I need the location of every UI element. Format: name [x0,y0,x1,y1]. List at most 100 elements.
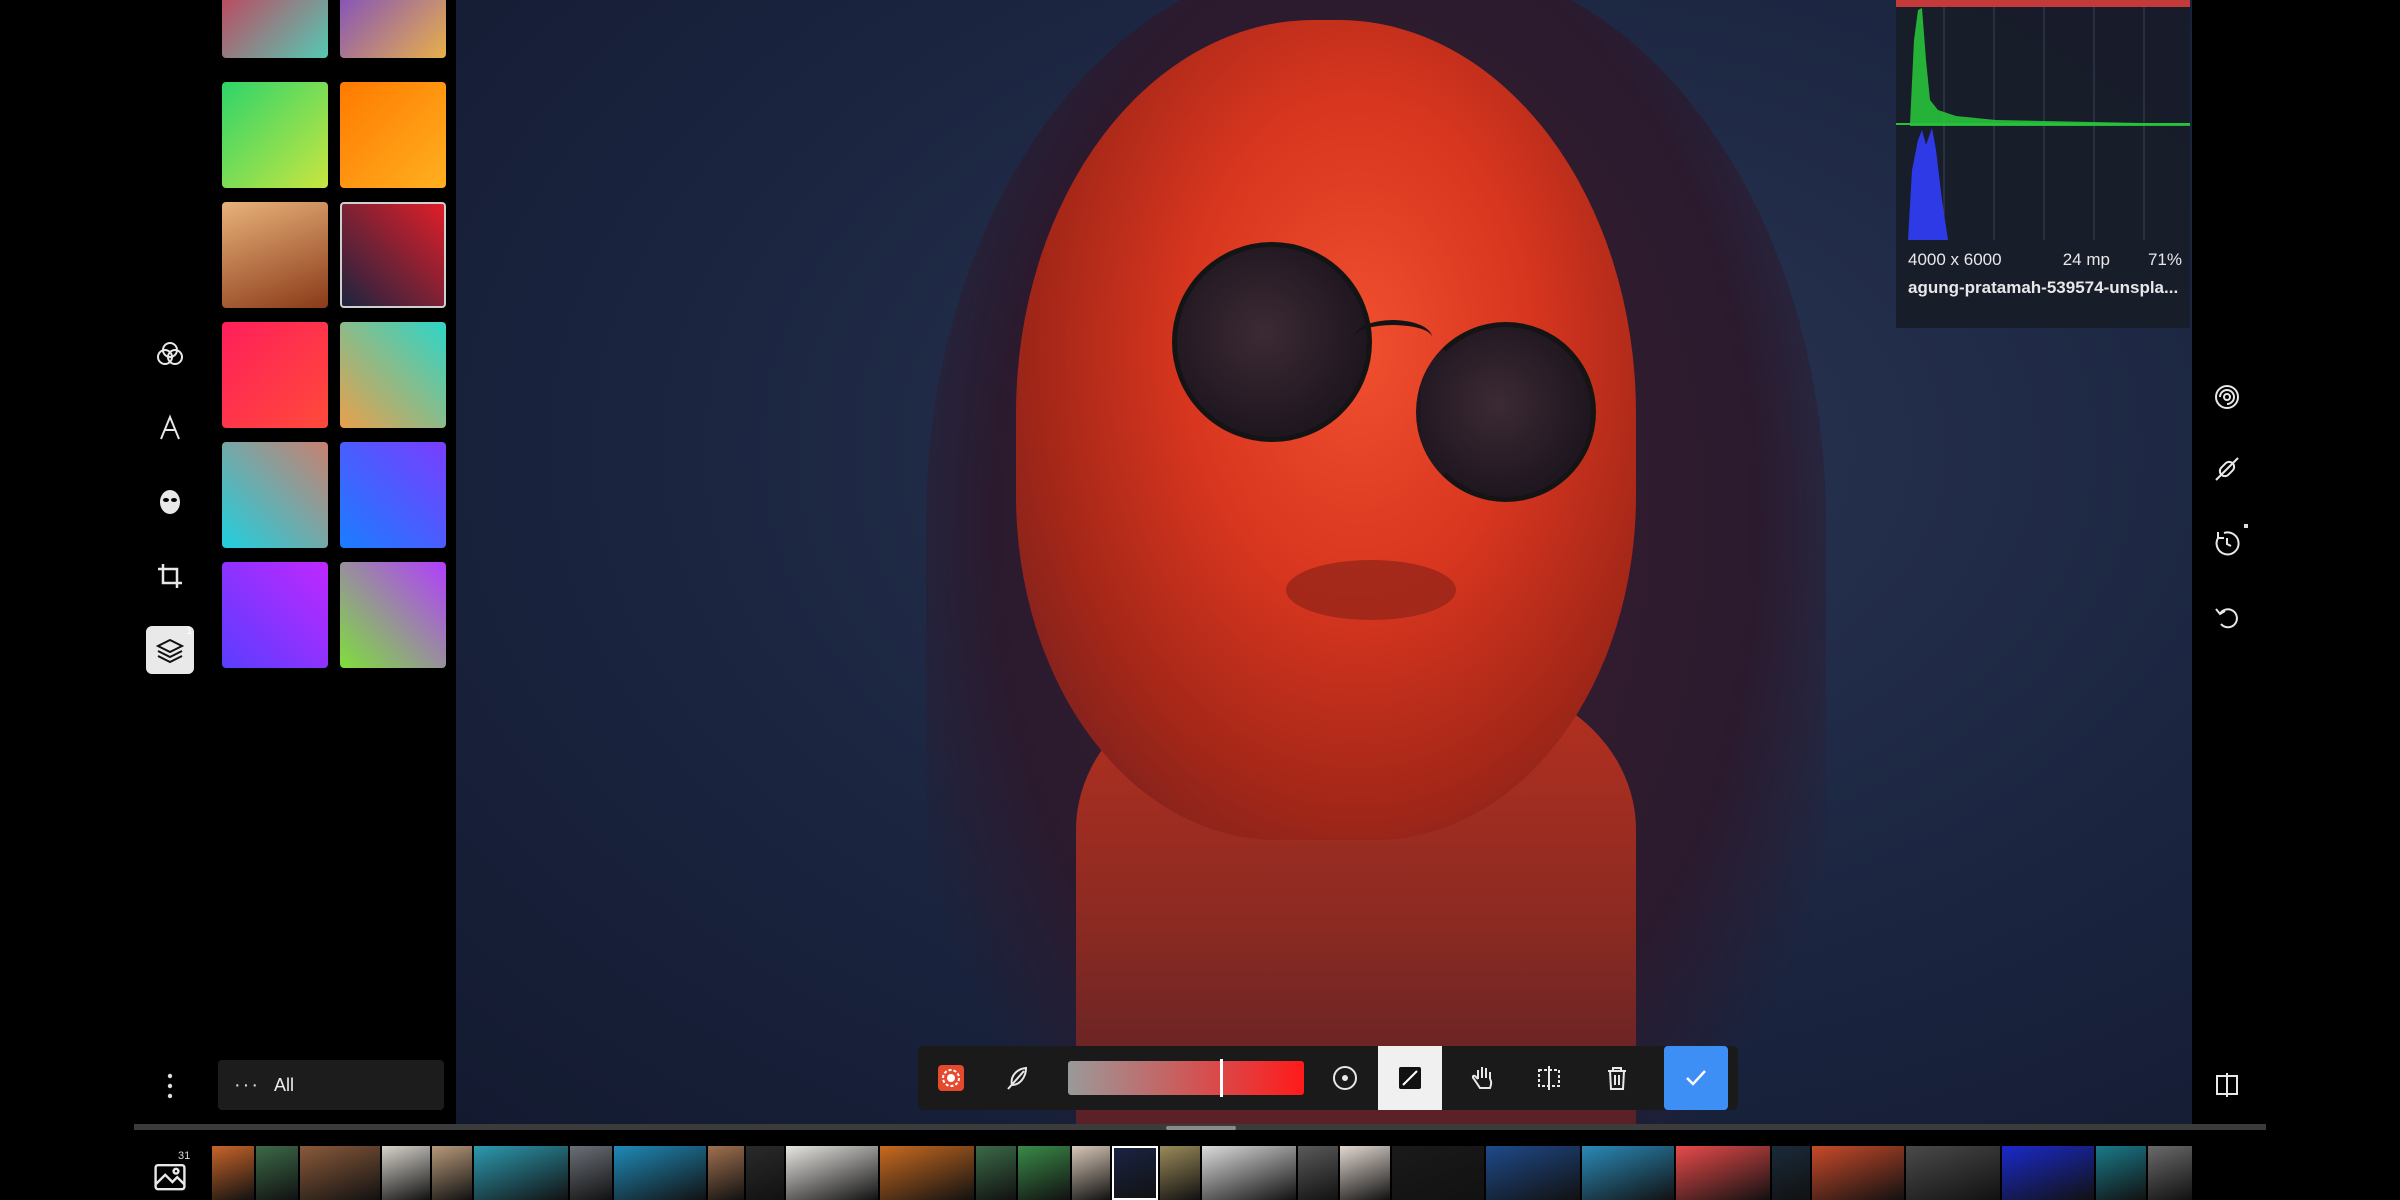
gradient-swatch[interactable] [222,562,328,668]
layers-icon [155,638,185,664]
mask-brush-button[interactable] [926,1053,976,1103]
pan-hand-button[interactable] [1458,1053,1508,1103]
filmstrip-thumbnail[interactable] [300,1146,380,1200]
face-tool-button[interactable] [146,478,194,526]
gradient-swatch[interactable] [340,562,446,668]
layers-badge: 1 [186,626,192,637]
bandage-slash-icon [2215,457,2239,481]
filmstrip-thumbnail[interactable] [1112,1146,1158,1200]
radial-mask-icon [938,1065,964,1091]
history-button[interactable] [2206,522,2248,564]
filmstrip-thumbnail[interactable] [880,1146,974,1200]
filmstrip-thumbnail[interactable] [1486,1146,1580,1200]
undo-arrow-icon [2215,608,2238,629]
image-dimensions: 4000 x 6000 [1908,250,2002,269]
delete-button[interactable] [1592,1053,1642,1103]
histogram-blue-channel [1908,128,1948,240]
masks-button[interactable] [2206,376,2248,418]
filmstrip-thumbnail[interactable] [786,1146,878,1200]
zoom-level: 71% [2147,250,2182,269]
sunglasses-lens-left [1172,242,1372,442]
palette-filter-label: All [273,1074,294,1095]
gradient-swatch[interactable] [222,82,328,188]
history-dial-icon [2215,531,2240,556]
more-menu-button[interactable] [160,1066,180,1106]
filmstrip-thumbnail[interactable] [708,1146,744,1200]
gradient-swatch[interactable] [340,322,446,428]
compare-split-button[interactable] [2206,1064,2248,1106]
layers-tool-button[interactable]: 1 [146,626,194,674]
confirm-button[interactable] [1664,1046,1728,1110]
target-circle-icon [1333,1066,1357,1090]
gradient-swatch[interactable] [340,82,446,188]
filmstrip-thumbnail[interactable] [382,1146,430,1200]
filmstrip-thumbnail[interactable] [2002,1146,2094,1200]
filmstrip-thumbnail[interactable] [212,1146,254,1200]
concentric-circles-icon [2215,385,2239,409]
split-compare-button[interactable] [1524,1053,1574,1103]
checkmark-icon [1686,1070,1706,1086]
compare-split-icon [2216,1073,2238,1097]
filmstrip-drag-handle[interactable] [1166,1126,1236,1130]
filmstrip-thumbnail[interactable] [432,1146,472,1200]
gradient-swatch[interactable] [340,202,446,308]
filmstrip-thumbnail[interactable] [1772,1146,1810,1200]
letter-a-icon [160,414,180,440]
filmstrip-thumbnail[interactable] [1676,1146,1770,1200]
filmstrip-thumbnail[interactable] [1202,1146,1296,1200]
filmstrip-thumbnail[interactable] [746,1146,784,1200]
filmstrip-thumbnail[interactable] [1298,1146,1338,1200]
filmstrip-thumbnail[interactable] [2096,1146,2146,1200]
filmstrip-thumbnail[interactable] [256,1146,298,1200]
split-compare-icon [1538,1066,1560,1090]
right-tool-rail [2196,0,2260,1124]
histogram-green-channel [1910,8,2190,126]
sunglasses-lens-right [1416,322,1596,502]
filmstrip-thumbnail[interactable] [474,1146,568,1200]
history-badge-dot [2244,524,2248,528]
filmstrip-thumbnail[interactable] [1072,1146,1110,1200]
mask-gradient-slider[interactable] [1068,1059,1304,1097]
histogram-meta: 4000 x 6000 24 mp 71% agung-pratamah-539… [1908,250,2182,298]
gradient-swatch[interactable] [340,442,446,548]
palette-filter-button[interactable]: ··· All [218,1060,444,1110]
face-mask-icon [160,490,180,514]
filmstrip-thumbnail[interactable] [1906,1146,2000,1200]
filmstrip-thumbnail[interactable] [2148,1146,2192,1200]
histogram-chart [1896,0,2190,240]
filmstrip-thumbnail[interactable] [570,1146,612,1200]
histogram-panel: 4000 x 6000 24 mp 71% agung-pratamah-539… [1896,0,2190,328]
adjustments-button[interactable] [146,330,194,378]
gradient-swatch[interactable] [222,202,328,308]
text-tool-button[interactable] [146,404,194,452]
filmstrip-thumbnail[interactable] [1392,1146,1484,1200]
histogram-red-channel [1896,0,2190,7]
feather-button[interactable] [992,1053,1042,1103]
image-megapixels: 24 mp [2062,250,2110,269]
heal-button[interactable] [2206,448,2248,490]
image-filename: agung-pratamah-539574-unspla... [1908,278,2179,297]
filmstrip-thumbnail[interactable] [1582,1146,1674,1200]
gradient-swatch[interactable] [222,0,328,58]
filmstrip-thumbnail[interactable] [614,1146,706,1200]
invert-mask-button[interactable] [1378,1046,1442,1110]
crop-tool-button[interactable] [146,552,194,600]
filmstrip-thumbnail[interactable] [1340,1146,1390,1200]
center-target-button[interactable] [1320,1053,1370,1103]
vertical-dots-icon [167,1073,173,1099]
mask-toolbar [918,1046,1738,1110]
gradient-swatch[interactable] [222,442,328,548]
gradient-swatch[interactable] [340,0,446,58]
gradient-swatch[interactable] [222,322,328,428]
image-stack-icon[interactable] [152,1158,188,1194]
reset-button[interactable] [2206,596,2248,638]
invert-mask-icon [1399,1067,1421,1089]
filmstrip-thumbnail[interactable] [1018,1146,1070,1200]
hand-icon [1471,1067,1493,1089]
filmstrip-thumbnail[interactable] [976,1146,1016,1200]
gradient-slider-handle[interactable] [1220,1059,1224,1097]
gradient-palette: ··· All [218,0,454,1130]
filmstrip-thumbnail[interactable] [1160,1146,1200,1200]
filmstrip-thumbnail[interactable] [1812,1146,1904,1200]
sunglasses-bridge [1354,320,1432,355]
